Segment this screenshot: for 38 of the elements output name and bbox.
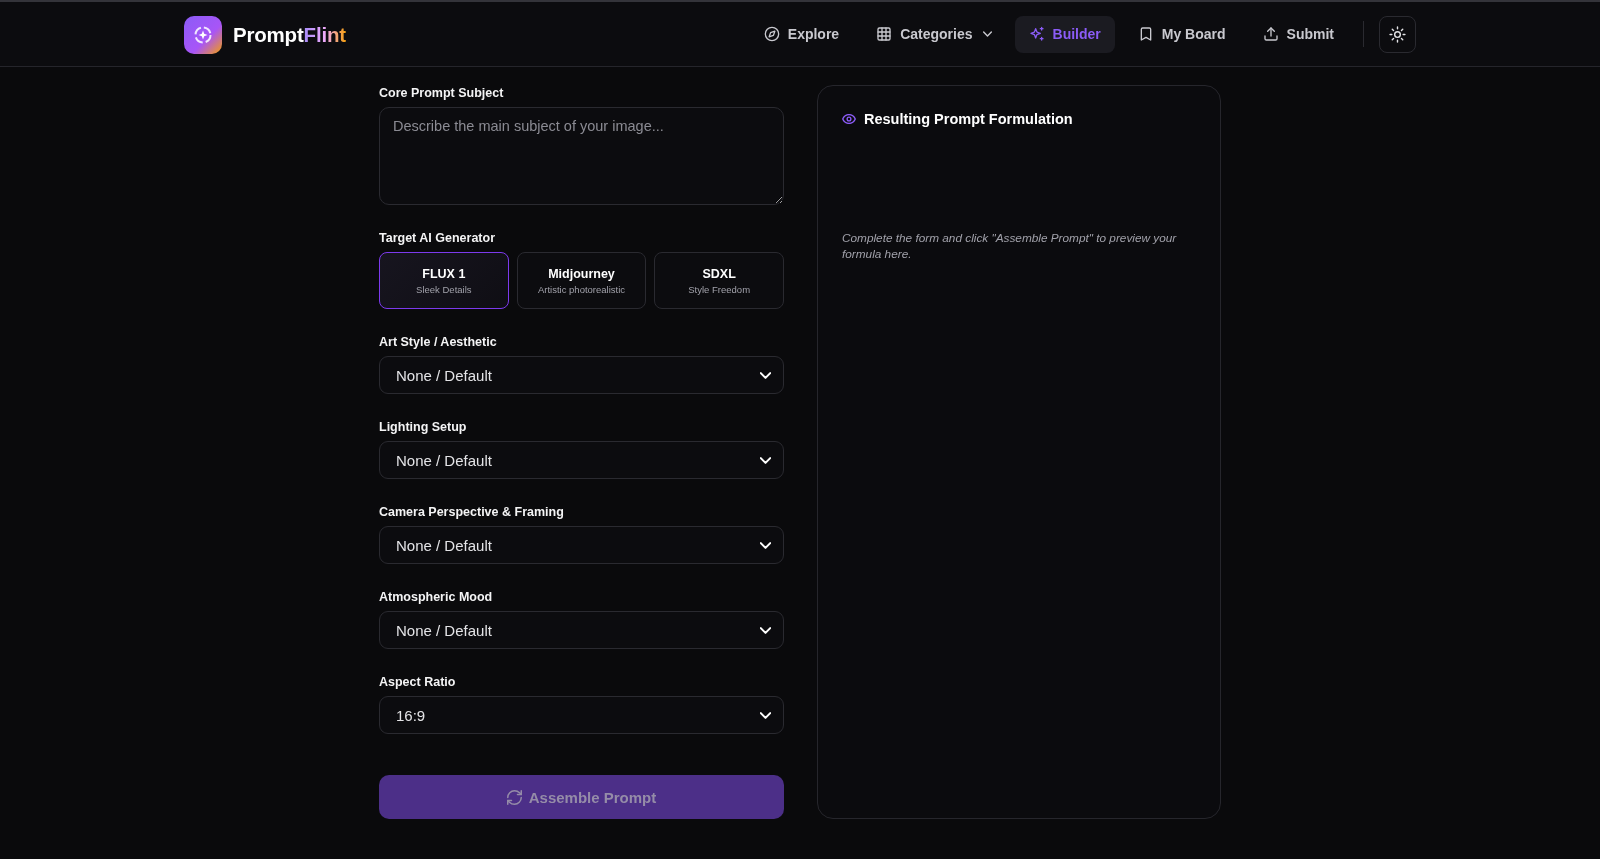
field-label: Aspect Ratio [379, 674, 457, 690]
select-field[interactable]: None / Default [379, 611, 784, 649]
chevron-icon [760, 711, 771, 719]
refresh-icon [506, 789, 522, 805]
nav-link[interactable]: Explore [749, 15, 854, 53]
chevron-icon [760, 371, 771, 379]
generator-option[interactable]: SDXL Style Freedom [654, 252, 784, 309]
logo-icon[interactable] [184, 16, 222, 54]
select-field[interactable]: None / Default [379, 356, 784, 394]
select-field[interactable]: None / Default [379, 441, 784, 479]
chevron-icon [760, 541, 771, 549]
generator-option[interactable]: FLUX 1 Sleek Details [379, 252, 509, 309]
select-field[interactable]: 16:9 [379, 696, 784, 734]
eye-icon [842, 114, 856, 124]
textarea-field[interactable]: Describe the main subject of your image... [379, 107, 784, 205]
brand-name[interactable]: PromptFlint [233, 23, 346, 47]
field-label: Core Prompt Subject [379, 85, 505, 101]
field-label: Target AI Generator [379, 230, 496, 246]
nav-link[interactable]: Categories [862, 15, 1006, 53]
sparkle-icon [1028, 26, 1045, 42]
chevron-icon [760, 626, 771, 634]
field-label: Lighting Setup [379, 419, 468, 435]
theme-toggle-button[interactable] [1379, 15, 1416, 53]
chevron-icon [760, 456, 771, 464]
panel-title: Resulting Prompt Formulation [864, 111, 1073, 127]
compass-icon [763, 26, 780, 42]
field-label: Camera Perspective & Framing [379, 504, 565, 520]
grid-icon [876, 26, 893, 42]
sun-icon [1389, 25, 1406, 43]
select-field[interactable]: None / Default [379, 526, 784, 564]
field-label: Atmospheric Mood [379, 589, 494, 605]
nav-link[interactable]: Submit [1248, 15, 1348, 53]
generator-option[interactable]: Midjourney Artistic photorealistic [516, 252, 647, 309]
preview-hint: Complete the form and click "Assemble Prompt" to preview your formula here. [842, 230, 1178, 262]
field-label: Art Style / Aesthetic [379, 334, 498, 350]
nav-link[interactable]: My Board [1123, 15, 1240, 53]
nav-link[interactable]: Builder [1014, 15, 1115, 53]
upload-icon [1262, 26, 1279, 42]
